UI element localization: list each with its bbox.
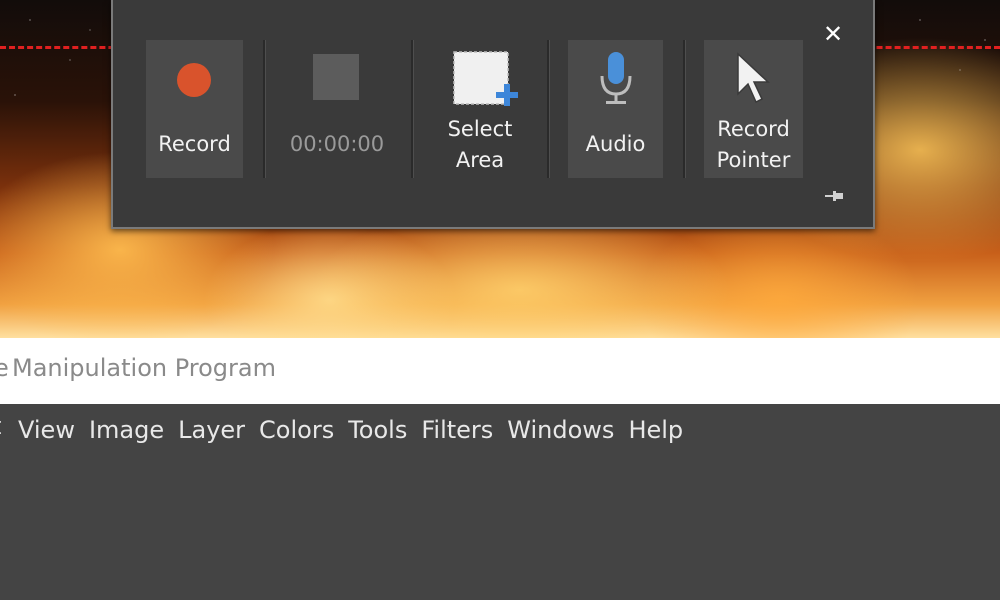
menu-windows[interactable]: Windows xyxy=(500,412,621,448)
stop-button[interactable]: 00:00:00 xyxy=(281,40,393,178)
menu-bar: View Image Layer Colors Tools Filters Wi… xyxy=(18,412,690,448)
menu-colors[interactable]: Colors xyxy=(252,412,341,448)
select-area-label-line2: Area xyxy=(455,148,505,172)
stop-square-icon xyxy=(313,54,359,100)
record-pointer-label-line2: Pointer xyxy=(716,148,791,172)
menu-help[interactable]: Help xyxy=(621,412,690,448)
audio-button[interactable]: Audio xyxy=(568,40,663,178)
audio-label: Audio xyxy=(585,132,646,156)
record-button[interactable]: Record xyxy=(146,40,243,178)
select-area-button[interactable]: Select Area xyxy=(428,40,532,178)
record-pointer-label-line1: Record xyxy=(717,117,790,141)
record-pointer-button[interactable]: Record Pointer xyxy=(704,40,803,178)
title-edge-glyph: e xyxy=(0,354,9,382)
recording-toolbar: Record 00:00:00 Select Area Audio Record… xyxy=(111,0,875,229)
close-icon[interactable]: ✕ xyxy=(821,22,845,46)
toolbar-separator xyxy=(263,40,266,178)
cursor-arrow-icon xyxy=(737,52,770,104)
toolbar-separator xyxy=(411,40,414,178)
microphone-icon xyxy=(600,52,632,104)
menu-tools[interactable]: Tools xyxy=(341,412,414,448)
toolbar-separator xyxy=(683,40,686,178)
menu-filters[interactable]: Filters xyxy=(414,412,500,448)
select-area-icon xyxy=(453,51,518,106)
record-dot-icon xyxy=(177,63,211,97)
menu-edge-glyph: t xyxy=(0,420,1,440)
toolbar-separator xyxy=(547,40,550,178)
menu-layer[interactable]: Layer xyxy=(171,412,252,448)
menu-edge-clip: t xyxy=(0,420,4,440)
window-title: Manipulation Program xyxy=(12,354,276,382)
timer-display: 00:00:00 xyxy=(289,132,385,156)
pin-icon[interactable] xyxy=(825,190,843,202)
select-area-label-line1: Select xyxy=(447,117,513,141)
title-edge-clip: e xyxy=(0,338,12,404)
menu-image[interactable]: Image xyxy=(82,412,171,448)
menu-view[interactable]: View xyxy=(18,412,82,448)
record-label: Record xyxy=(158,132,231,156)
